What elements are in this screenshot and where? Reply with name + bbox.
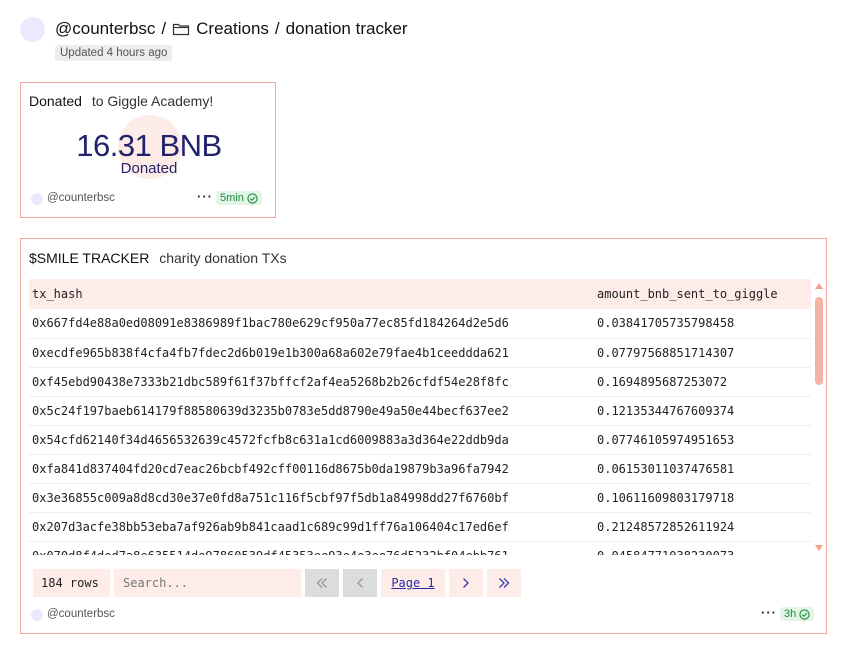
table-pagination: 184 rows Page 1 bbox=[33, 569, 521, 597]
table-row: 0x5c24f197baeb614179f88580639d3235b0783e… bbox=[29, 396, 811, 426]
tx-hash-cell: 0x5c24f197baeb614179f88580639d3235b0783e… bbox=[29, 396, 594, 426]
more-options-icon[interactable]: ··· bbox=[761, 605, 777, 620]
tx-hash-cell: 0x54cfd62140f34d4656532639c4572fcfb8c631… bbox=[29, 425, 594, 455]
refresh-status-badge[interactable]: 3h bbox=[780, 607, 815, 621]
amount-cell: 0.04584771038230073 bbox=[594, 541, 811, 555]
tx-hash-cell: 0x070d8f4ded7a8e635514de97860539df45353e… bbox=[29, 541, 594, 555]
owner-avatar bbox=[31, 609, 43, 621]
amount-cell: 0.21248572852611924 bbox=[594, 512, 811, 542]
donated-value: 16.31 BNB bbox=[76, 128, 222, 163]
tx-hash-cell: 0xfa841d837404fd20cd7eac26bcbf492cff0011… bbox=[29, 454, 594, 484]
refresh-status-badge[interactable]: 5min bbox=[216, 191, 262, 205]
tx-hash-cell: 0xf45ebd90438e7333b21dbc589f61f37bffcf2a… bbox=[29, 367, 594, 397]
card-title-text: $SMILE TRACKER bbox=[29, 250, 150, 266]
card-title: Donated to Giggle Academy! bbox=[29, 93, 213, 109]
table-row: 0x3e36855c009a8d8cd30e37e0fd8a751c116f5c… bbox=[29, 483, 811, 513]
amount-cell: 0.07797568851714307 bbox=[594, 338, 811, 368]
check-circle-icon bbox=[247, 192, 258, 204]
avatar[interactable] bbox=[20, 17, 45, 42]
table-header-row: tx_hash amount_bnb_sent_to_giggle bbox=[29, 279, 811, 309]
amount-cell: 0.07746105974951653 bbox=[594, 425, 811, 455]
next-page-button[interactable] bbox=[449, 569, 483, 597]
card-subtitle: to Giggle Academy! bbox=[91, 93, 214, 109]
amount-cell: 0.12135344767609374 bbox=[594, 396, 811, 426]
table-container[interactable]: tx_hash amount_bnb_sent_to_giggle 0x667f… bbox=[29, 279, 811, 555]
search-input[interactable] bbox=[114, 569, 301, 597]
previous-page-button[interactable] bbox=[343, 569, 377, 597]
breadcrumb-separator: / bbox=[161, 19, 167, 38]
more-options-icon[interactable]: ··· bbox=[197, 189, 213, 204]
owner-link[interactable]: @counterbsc bbox=[47, 608, 115, 620]
amount-cell: 0.03841705735798458 bbox=[594, 309, 811, 339]
column-header-tx-hash[interactable]: tx_hash bbox=[29, 279, 594, 309]
breadcrumb-folder[interactable]: Creations bbox=[196, 19, 269, 39]
refresh-interval: 3h bbox=[784, 608, 797, 620]
check-circle-icon bbox=[799, 608, 810, 620]
double-chevron-right-icon bbox=[499, 578, 510, 588]
table-row: 0xecdfe965b838f4cfa4fb7fdec2d6b019e1b300… bbox=[29, 338, 811, 368]
chevron-left-icon bbox=[357, 578, 363, 588]
scroll-up-arrow-icon[interactable] bbox=[815, 283, 823, 289]
card-title-text: Donated bbox=[29, 93, 82, 109]
owner-link[interactable]: @counterbsc bbox=[47, 192, 115, 204]
refresh-interval: 5min bbox=[220, 192, 244, 204]
tx-hash-cell: 0x207d3acfe38bb53eba7af926ab9b841caad1c6… bbox=[29, 512, 594, 542]
card-footer: @counterbsc ··· 5min bbox=[31, 189, 265, 207]
amount-cell: 0.06153011037476581 bbox=[594, 454, 811, 484]
current-page-indicator[interactable]: Page 1 bbox=[381, 569, 445, 597]
tx-hash-cell: 0x3e36855c009a8d8cd30e37e0fd8a751c116f5c… bbox=[29, 483, 594, 513]
chevron-right-icon bbox=[463, 578, 469, 588]
card-footer: @counterbsc ··· 3h bbox=[31, 605, 816, 623]
double-chevron-left-icon bbox=[316, 578, 327, 588]
table-row: 0x54cfd62140f34d4656532639c4572fcfb8c631… bbox=[29, 425, 811, 455]
table-row: 0x207d3acfe38bb53eba7af926ab9b841caad1c6… bbox=[29, 512, 811, 542]
table-row: 0x667fd4e88a0ed08091e8386989f1bac780e629… bbox=[29, 309, 811, 339]
row-count: 184 rows bbox=[33, 569, 110, 597]
column-header-amount[interactable]: amount_bnb_sent_to_giggle bbox=[594, 279, 811, 309]
owner-avatar bbox=[31, 193, 43, 205]
first-page-button[interactable] bbox=[305, 569, 339, 597]
tx-hash-cell: 0xecdfe965b838f4cfa4fb7fdec2d6b019e1b300… bbox=[29, 338, 594, 368]
amount-cell: 0.10611609803179718 bbox=[594, 483, 811, 513]
scrollbar-thumb[interactable] bbox=[815, 297, 823, 385]
scroll-down-arrow-icon[interactable] bbox=[815, 545, 823, 551]
tx-hash-cell: 0x667fd4e88a0ed08091e8386989f1bac780e629… bbox=[29, 309, 594, 339]
breadcrumb-owner[interactable]: @counterbsc bbox=[55, 19, 155, 39]
donation-counter-card: Donated to Giggle Academy! 16.31 BNB Don… bbox=[20, 82, 276, 218]
table-row: 0x070d8f4ded7a8e635514de97860539df45353e… bbox=[29, 541, 811, 555]
donated-label: Donated bbox=[120, 160, 178, 177]
breadcrumb: @counterbsc / Creations / donation track… bbox=[55, 19, 408, 39]
page-title: donation tracker bbox=[285, 19, 408, 38]
updated-badge: Updated 4 hours ago bbox=[55, 45, 173, 61]
table-row: 0xfa841d837404fd20cd7eac26bcbf492cff0011… bbox=[29, 454, 811, 484]
amount-cell: 0.1694895687253072 bbox=[594, 367, 811, 397]
card-subtitle: charity donation TXs bbox=[159, 250, 287, 266]
table-row: 0xf45ebd90438e7333b21dbc589f61f37bffcf2a… bbox=[29, 367, 811, 397]
page-header: @counterbsc / Creations / donation track… bbox=[20, 16, 820, 66]
tracker-table-card: $SMILE TRACKER charity donation TXs tx_h… bbox=[20, 238, 827, 634]
folder-icon bbox=[173, 23, 190, 36]
card-title: $SMILE TRACKER charity donation TXs bbox=[29, 250, 287, 266]
breadcrumb-separator: / bbox=[274, 19, 280, 38]
transactions-table: tx_hash amount_bnb_sent_to_giggle 0x667f… bbox=[29, 279, 811, 555]
last-page-button[interactable] bbox=[487, 569, 521, 597]
